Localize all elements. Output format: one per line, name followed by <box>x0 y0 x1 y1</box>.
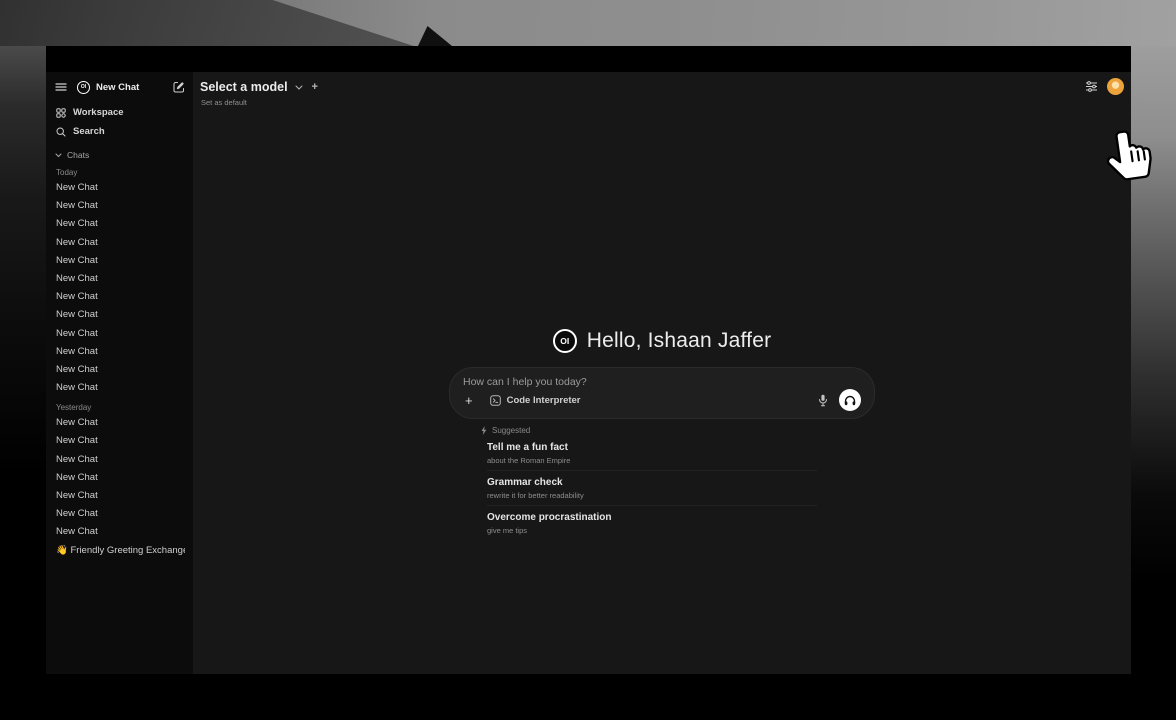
suggestion-subtitle: about the Roman Empire <box>487 456 817 465</box>
chat-list-item[interactable]: New Chat <box>55 306 185 324</box>
chat-group-label-today: Today <box>55 168 185 177</box>
suggested-section: Suggested Tell me a fun fact about the R… <box>449 424 875 540</box>
chat-list-item[interactable]: New Chat <box>55 343 185 361</box>
chevron-down-icon <box>55 153 62 158</box>
user-avatar[interactable] <box>1107 78 1124 95</box>
wallpaper-left <box>0 46 46 674</box>
chat-input-box[interactable]: + Code Interpreter <box>449 367 875 419</box>
welcome-area: OI Hello, Ishaan Jaffer + Code Interpret… <box>449 329 875 540</box>
chats-section-label: Chats <box>67 150 89 160</box>
voice-call-button[interactable] <box>839 389 861 411</box>
suggestion-item[interactable]: Overcome procrastination give me tips <box>487 506 817 540</box>
sidebar-item-search[interactable]: Search <box>55 123 185 140</box>
chat-group-label-yesterday: Yesterday <box>55 403 185 412</box>
suggestion-subtitle: rewrite it for better readability <box>487 491 817 500</box>
headphones-icon <box>844 395 856 406</box>
chat-list-item[interactable]: New Chat <box>55 487 185 505</box>
chat-list-item[interactable]: New Chat <box>55 432 185 450</box>
chat-list-item[interactable]: 👋 Friendly Greeting Exchange <box>55 542 185 560</box>
chat-list-today: New ChatNew ChatNew ChatNew ChatNew Chat… <box>55 179 185 397</box>
chat-list-item[interactable]: New Chat <box>55 505 185 523</box>
workspace-label: Workspace <box>73 107 124 118</box>
suggestion-title: Tell me a fun fact <box>487 442 817 453</box>
chat-input[interactable] <box>463 376 861 389</box>
code-interpreter-label: Code Interpreter <box>507 395 581 406</box>
code-interpreter-icon <box>490 395 501 406</box>
suggestion-item[interactable]: Grammar check rewrite it for better read… <box>487 471 817 506</box>
settings-sliders-icon[interactable] <box>1085 80 1098 93</box>
chat-list-item[interactable]: New Chat <box>55 197 185 215</box>
window-title-bar <box>46 46 1131 72</box>
attach-plus-button[interactable]: + <box>465 394 473 407</box>
suggested-label: Suggested <box>492 426 530 435</box>
set-as-default-link[interactable]: Set as default <box>201 98 247 107</box>
chat-list-item[interactable]: New Chat <box>55 379 185 397</box>
wallpaper-right <box>1131 46 1176 674</box>
code-interpreter-toggle[interactable]: Code Interpreter <box>490 395 581 406</box>
sidebar-title: New Chat <box>96 82 139 93</box>
chat-list-item[interactable]: New Chat <box>55 523 185 541</box>
chat-list-item[interactable]: New Chat <box>55 414 185 432</box>
search-icon <box>55 127 66 137</box>
sidebar: OI New Chat Workspace <box>46 72 193 674</box>
bolt-icon <box>481 426 487 435</box>
model-selector-label: Select a model <box>200 80 288 94</box>
chat-list-item[interactable]: New Chat <box>55 215 185 233</box>
workspace-grid-icon <box>55 108 66 118</box>
sidebar-item-workspace[interactable]: Workspace <box>55 104 185 121</box>
chat-list-item[interactable]: New Chat <box>55 451 185 469</box>
chevron-down-icon <box>295 85 303 90</box>
search-label: Search <box>73 126 105 137</box>
suggestion-subtitle: give me tips <box>487 526 817 535</box>
add-model-button[interactable]: + <box>312 81 318 93</box>
chats-section-toggle[interactable]: Chats <box>55 149 185 161</box>
app-window: OI New Chat Workspace <box>46 46 1131 674</box>
chat-list-item[interactable]: New Chat <box>55 288 185 306</box>
chat-list-item[interactable]: New Chat <box>55 234 185 252</box>
chat-list-item[interactable]: New Chat <box>55 469 185 487</box>
suggestion-title: Grammar check <box>487 477 817 488</box>
desktop: OI New Chat Workspace <box>0 0 1176 720</box>
chat-list-item[interactable]: New Chat <box>55 179 185 197</box>
wallpaper-bottom <box>0 674 1176 720</box>
greeting-text: Hello, Ishaan Jaffer <box>587 329 772 353</box>
suggestion-list: Tell me a fun fact about the Roman Empir… <box>481 436 875 540</box>
app-logo-icon: OI <box>77 81 90 94</box>
microphone-icon[interactable] <box>818 394 828 407</box>
new-chat-icon[interactable] <box>173 81 185 93</box>
app-logo-icon: OI <box>553 329 577 353</box>
chat-list-yesterday: New ChatNew ChatNew ChatNew ChatNew Chat… <box>55 414 185 560</box>
sidebar-toggle-icon[interactable] <box>55 82 67 92</box>
suggestion-title: Overcome procrastination <box>487 512 817 523</box>
chat-list-item[interactable]: New Chat <box>55 270 185 288</box>
chat-list-item[interactable]: New Chat <box>55 361 185 379</box>
suggestion-item[interactable]: Tell me a fun fact about the Roman Empir… <box>487 436 817 471</box>
chat-list-item[interactable]: New Chat <box>55 325 185 343</box>
model-selector[interactable]: Select a model + <box>200 80 318 94</box>
chat-list-item[interactable]: New Chat <box>55 252 185 270</box>
main-panel: Select a model + Set as default <box>193 72 1131 674</box>
